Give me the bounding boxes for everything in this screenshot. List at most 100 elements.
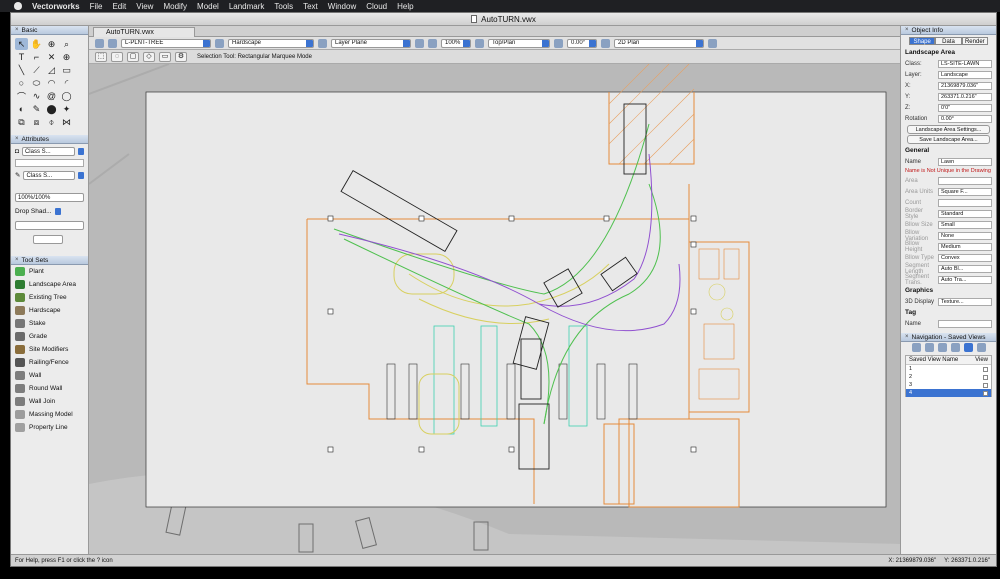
zoom-tool-icon[interactable]: ⌕: [60, 38, 73, 50]
settings-icon[interactable]: ⚙: [175, 51, 187, 62]
lasso-mode-icon[interactable]: ◌: [111, 51, 123, 62]
saved-view-row[interactable]: 4: [906, 389, 991, 397]
text-tool-icon[interactable]: T: [15, 51, 28, 63]
class-select[interactable]: L-PLNT-TREE: [121, 38, 211, 48]
rotation-field[interactable]: 0.00°: [938, 114, 992, 123]
object-info-row-value[interactable]: Auto Tra...: [938, 275, 992, 284]
object-info-row-value[interactable]: Medium: [938, 242, 992, 251]
arrowhead-select[interactable]: [33, 234, 63, 244]
line-tool-icon[interactable]: ╲: [15, 64, 28, 76]
saved-view-checkbox[interactable]: [983, 374, 988, 380]
name-field[interactable]: Lawn: [938, 157, 992, 166]
close-icon[interactable]: ×: [905, 27, 909, 33]
layer-select[interactable]: Hardscape: [228, 38, 314, 48]
y-field[interactable]: 263371.0.216": [938, 92, 992, 101]
toolset-item[interactable]: Hardscape: [11, 304, 88, 317]
split-tool-icon[interactable]: ⋈: [60, 116, 73, 128]
forward-arrow-icon[interactable]: [108, 38, 117, 48]
object-info-row-value[interactable]: Standard: [938, 209, 992, 218]
wand-tool-icon[interactable]: ✦: [60, 103, 73, 115]
delete-view-icon[interactable]: [950, 343, 960, 352]
pen-class-select[interactable]: Class S...: [23, 170, 75, 180]
menu-text[interactable]: Text: [303, 2, 318, 11]
menu-edit[interactable]: Edit: [112, 2, 126, 11]
menu-file[interactable]: File: [90, 2, 103, 11]
class-options-icon[interactable]: [215, 38, 224, 48]
toolset-item[interactable]: Wall Join: [11, 395, 88, 408]
tab-render[interactable]: Render: [961, 37, 988, 45]
tab-autoturn[interactable]: AutoTURN.vwx: [93, 27, 195, 37]
arc-tool-icon[interactable]: ◠: [45, 77, 58, 89]
render-mode-select[interactable]: Top/Plan: [488, 38, 550, 48]
zoom-icon[interactable]: [428, 38, 437, 48]
callout-tool-icon[interactable]: ⌐: [30, 51, 43, 63]
menu-modify[interactable]: Modify: [163, 2, 187, 11]
circle-tool-icon[interactable]: ○: [15, 77, 28, 89]
zoom-select[interactable]: 100%: [441, 38, 471, 48]
close-icon[interactable]: ×: [905, 334, 909, 340]
landscape-settings-button[interactable]: Landscape Area Settings...: [907, 125, 990, 134]
restore-view-icon[interactable]: [963, 343, 973, 352]
z-field[interactable]: 0'0": [938, 103, 992, 112]
flyover-tool-icon[interactable]: ⊕: [45, 38, 58, 50]
single-object-mode-icon[interactable]: ▢: [127, 51, 139, 62]
paint-tool-icon[interactable]: ⬤: [45, 103, 58, 115]
quarter-arc-tool-icon[interactable]: ◜: [60, 77, 73, 89]
spiral-tool-icon[interactable]: @: [45, 90, 58, 102]
close-icon[interactable]: ×: [15, 257, 19, 263]
class-field[interactable]: LS-SITE-LAWN: [938, 59, 992, 68]
menu-help[interactable]: Help: [397, 2, 413, 11]
freehand-tool-icon[interactable]: ∿: [30, 90, 43, 102]
x-field[interactable]: 21369879.036": [938, 81, 992, 90]
object-info-row-value[interactable]: Square F...: [938, 187, 992, 196]
layer-field[interactable]: Landscape: [938, 70, 992, 79]
object-info-header[interactable]: × Object Info: [901, 26, 996, 35]
fill-class-select[interactable]: Class S...: [21, 146, 75, 156]
edit-view-icon[interactable]: [924, 343, 934, 352]
reshape-tool-icon[interactable]: ⧉: [15, 116, 28, 128]
settings-icon[interactable]: [976, 343, 986, 352]
cross-tool-icon[interactable]: ✕: [45, 51, 58, 63]
toolsets-palette-header[interactable]: × Tool Sets: [11, 256, 88, 265]
layer-options-icon[interactable]: [318, 38, 327, 48]
object-info-row-value[interactable]: Convex: [938, 253, 992, 262]
display-field[interactable]: Texture...: [938, 297, 992, 306]
saved-view-checkbox[interactable]: [983, 390, 988, 396]
polygon-tool-icon[interactable]: ◿: [45, 64, 58, 76]
attributes-palette-header[interactable]: × Attributes: [11, 135, 88, 144]
saved-view-checkbox[interactable]: [983, 366, 988, 372]
add-view-icon[interactable]: [911, 343, 921, 352]
drawing-canvas[interactable]: [89, 64, 900, 554]
standard-view-icon[interactable]: [475, 38, 484, 48]
saved-view-row[interactable]: 3: [906, 381, 991, 389]
selection-tool-icon[interactable]: ↖: [15, 38, 28, 50]
toolset-item[interactable]: Wall: [11, 369, 88, 382]
menu-tools[interactable]: Tools: [274, 2, 293, 11]
close-icon[interactable]: ×: [15, 136, 19, 142]
toolset-item[interactable]: Site Modifiers: [11, 343, 88, 356]
navigation-header[interactable]: × Navigation - Saved Views: [901, 333, 996, 342]
toolset-item[interactable]: Railing/Fence: [11, 356, 88, 369]
eyedropper-tool-icon[interactable]: ✎: [30, 103, 43, 115]
menu-window[interactable]: Window: [328, 2, 356, 11]
toolset-item[interactable]: Round Wall: [11, 382, 88, 395]
object-info-row-value[interactable]: None: [938, 231, 992, 240]
menu-model[interactable]: Model: [197, 2, 219, 11]
chevron-down-icon[interactable]: [54, 207, 61, 215]
ellipse-tool-icon[interactable]: ◯: [60, 90, 73, 102]
rotate-view-icon[interactable]: [554, 38, 563, 48]
rectangle-tool-icon[interactable]: ▭: [60, 64, 73, 76]
toolset-item[interactable]: Grade: [11, 330, 88, 343]
oval-tool-icon[interactable]: ⬭: [30, 77, 43, 89]
saved-view-row[interactable]: 1: [906, 365, 991, 373]
apple-icon[interactable]: [14, 2, 22, 10]
saved-view-row[interactable]: 2: [906, 373, 991, 381]
toolset-item[interactable]: Plant: [11, 265, 88, 278]
double-line-tool-icon[interactable]: ⟋: [30, 64, 43, 76]
tab-data[interactable]: Data: [935, 37, 962, 45]
object-info-row-value[interactable]: Auto Bl...: [938, 264, 992, 273]
tag-name-field[interactable]: [938, 319, 992, 328]
opacity-field[interactable]: 100%/100%: [15, 192, 84, 202]
back-arrow-icon[interactable]: [95, 38, 104, 48]
chevron-down-icon[interactable]: [78, 147, 84, 155]
